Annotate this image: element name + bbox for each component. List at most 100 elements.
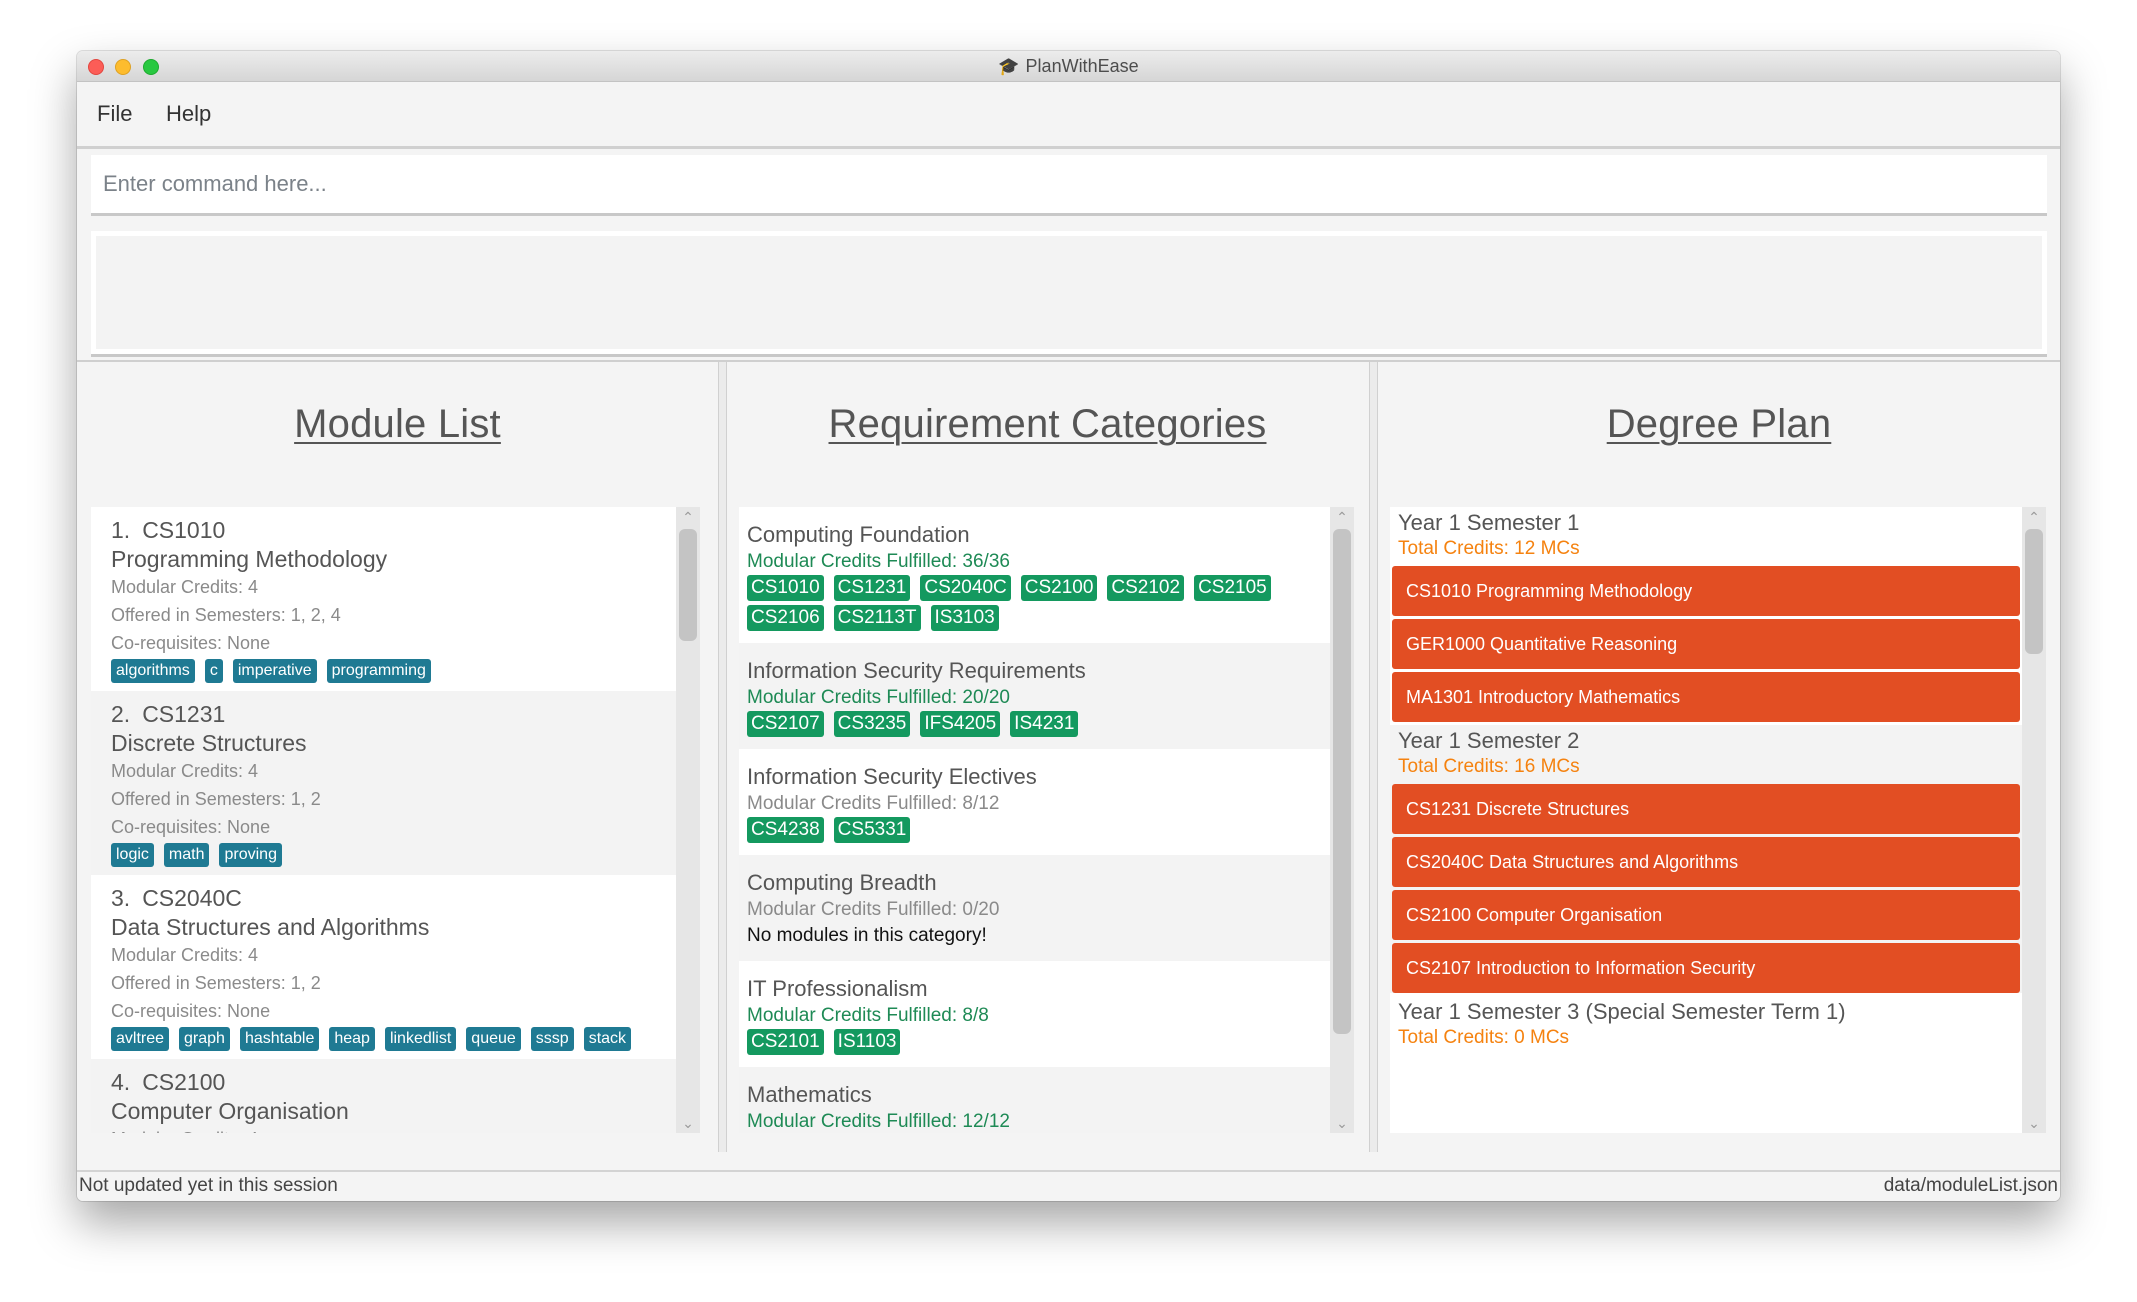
scrollbar-thumb[interactable] <box>1333 529 1351 1034</box>
planned-module[interactable]: CS2107 Introduction to Information Secur… <box>1392 943 2020 993</box>
category-name: Computing Breadth <box>747 870 937 895</box>
scroll-up-icon[interactable]: ⌃ <box>676 507 700 527</box>
module-credits: Modular Credits: 4 <box>111 577 259 597</box>
module-corequisites: Co-requisites: None <box>111 817 271 837</box>
module-name: Data Structures and Algorithms <box>111 914 430 940</box>
module-name: Computer Organisation <box>111 1098 349 1124</box>
menu-file[interactable]: File <box>97 82 132 146</box>
module-header: 4. CS2100 <box>111 1067 656 1097</box>
category-module-tag: CS2102 <box>1107 575 1185 601</box>
module-header: 3. CS2040C <box>111 883 656 913</box>
module-index: 3. <box>111 885 131 911</box>
module-credits: Modular Credits: 4 <box>111 1125 656 1133</box>
category-credits: Modular Credits Fulfilled: 12/12 <box>747 1111 1010 1132</box>
requirement-category[interactable]: Computing Foundation Modular Credits Fulf… <box>739 507 1330 643</box>
window-title: 🎓 PlanWithEase <box>77 51 2060 81</box>
category-module-tag: CS2107 <box>747 711 824 737</box>
semester-block: Year 1 Semester 1 Total Credits: 12 MCs CS… <box>1390 507 2022 722</box>
module-tag: programming <box>326 659 431 683</box>
module-index: 2. <box>111 701 131 727</box>
category-name: Information Security Requirements <box>747 658 1086 683</box>
category-modules: CS4238 CS5331 <box>747 817 1322 843</box>
category-module-tag: IFS4205 <box>920 711 1001 737</box>
module-tag: logic <box>111 843 154 867</box>
module-card[interactable]: 4. CS2100 Computer OrganisationModular Cre… <box>91 1059 676 1133</box>
planned-module[interactable]: CS2100 Computer Organisation <box>1392 890 2020 940</box>
module-tag: heap <box>329 1027 375 1051</box>
degree-plan-scrollbar[interactable]: ⌃ ⌄ <box>2022 507 2046 1133</box>
scroll-down-icon[interactable]: ⌄ <box>2022 1113 2046 1133</box>
scroll-down-icon[interactable]: ⌄ <box>1330 1113 1354 1133</box>
category-credits: Modular Credits Fulfilled: 20/20 <box>747 687 1010 708</box>
category-credits: Modular Credits Fulfilled: 36/36 <box>747 551 1010 572</box>
module-tag: stack <box>583 1027 632 1051</box>
module-tag: graph <box>179 1027 230 1051</box>
requirements-scrollbar[interactable]: ⌃ ⌄ <box>1330 507 1354 1133</box>
module-semesters: Offered in Semesters: 1, 2 <box>111 973 321 993</box>
degree-plan-list[interactable]: Year 1 Semester 1 Total Credits: 12 MCs CS… <box>1390 507 2022 1133</box>
scroll-down-icon[interactable]: ⌄ <box>676 1113 700 1133</box>
title-bar: 🎓 PlanWithEase <box>77 51 2060 82</box>
requirements-panel: Requirement Categories Computing Foundat… <box>727 362 1368 1152</box>
requirement-category[interactable]: Computing Breadth Modular Credits Fulfill… <box>739 855 1330 961</box>
panel-divider[interactable] <box>1369 362 1378 1152</box>
degree-plan-panel: Degree Plan Year 1 Semester 1 Total Credi… <box>1378 362 2060 1152</box>
module-corequisites: Co-requisites: None <box>111 1001 271 1021</box>
module-tag: algorithms <box>111 659 195 683</box>
category-module-tag: CS1010 <box>747 575 824 601</box>
module-tag: queue <box>466 1027 521 1051</box>
planned-module[interactable]: MA1301 Introductory Mathematics <box>1392 672 2020 722</box>
planned-module[interactable]: GER1000 Quantitative Reasoning <box>1392 619 2020 669</box>
graduation-cap-icon: 🎓 <box>998 57 1020 76</box>
result-display <box>91 231 2047 357</box>
module-header: 1. CS1010 <box>111 515 656 545</box>
category-name: Mathematics <box>747 1082 872 1107</box>
semester-block: Year 1 Semester 3 (Special Semester Term… <box>1390 996 2022 1133</box>
semester-total-credits: Total Credits: 0 MCs <box>1398 1027 1570 1048</box>
module-tag: c <box>204 659 223 683</box>
category-credits: Modular Credits Fulfilled: 0/20 <box>747 899 1000 920</box>
semester-block: Year 1 Semester 2 Total Credits: 16 MCs CS… <box>1390 725 2022 993</box>
requirement-category-list[interactable]: Computing Foundation Modular Credits Fulf… <box>739 507 1330 1133</box>
module-card[interactable]: 1. CS1010 Programming Methodology Modular C… <box>91 507 676 691</box>
app-window: 🎓PlanWithEase File Help Module List 1. CS… <box>77 51 2060 1201</box>
module-card[interactable]: 3. CS2040C Data Structures and Algorithms M… <box>91 875 676 1059</box>
scroll-up-icon[interactable]: ⌃ <box>2022 507 2046 527</box>
category-credits: Modular Credits Fulfilled: 8/8 <box>747 1005 989 1026</box>
module-list-scrollbar[interactable]: ⌃ ⌄ <box>676 507 700 1133</box>
module-code: CS1231 <box>142 701 226 727</box>
module-tag: linkedlist <box>384 1027 457 1051</box>
category-module-tag: CS4238 <box>747 817 824 843</box>
category-module-tag: CS2040C <box>920 575 1011 601</box>
result-display-text[interactable] <box>96 236 2042 349</box>
module-credits: Modular Credits: 4 <box>111 945 259 965</box>
planned-module[interactable]: CS1010 Programming Methodology <box>1392 566 2020 616</box>
module-index: 4. <box>111 1069 131 1095</box>
category-module-tag: CS2106 <box>747 605 824 631</box>
requirement-category[interactable]: IT Professionalism Modular Credits Fulfil… <box>739 961 1330 1067</box>
module-list[interactable]: 1. CS1010 Programming Methodology Modular C… <box>91 507 676 1133</box>
planned-module[interactable]: CS2040C Data Structures and Algorithms <box>1392 837 2020 887</box>
panel-divider[interactable] <box>718 362 727 1152</box>
requirement-category[interactable]: Information Security Requirements Modular… <box>739 643 1330 749</box>
status-bar: Not updated yet in this session data/mod… <box>77 1170 2060 1201</box>
scrollbar-thumb[interactable] <box>2025 529 2043 654</box>
requirement-category[interactable]: Mathematics Modular Credits Fulfilled: 12… <box>739 1067 1330 1133</box>
menu-help[interactable]: Help <box>166 82 211 146</box>
semester-title: Year 1 Semester 3 (Special Semester Term… <box>1398 999 1846 1024</box>
semester-empty-area <box>1390 1052 2022 1133</box>
scrollbar-thumb[interactable] <box>679 529 697 641</box>
category-module-tag: CS2113T <box>833 605 921 631</box>
module-card[interactable]: 2. CS1231 Discrete Structures Modular Credi… <box>91 691 676 875</box>
module-tags: avltree graph hashtable heap linkedlist queue… <box>111 1027 656 1051</box>
category-name: Computing Foundation <box>747 522 970 547</box>
category-module-tag: CS2101 <box>747 1029 824 1055</box>
requirement-category[interactable]: Information Security Electives Modular Cr… <box>739 749 1330 855</box>
module-name: Discrete Structures <box>111 730 307 756</box>
module-code: CS2100 <box>142 1069 226 1095</box>
scroll-up-icon[interactable]: ⌃ <box>1330 507 1354 527</box>
command-input[interactable] <box>91 155 2047 213</box>
category-module-tag: CS3235 <box>833 711 911 737</box>
command-box <box>91 155 2047 216</box>
planned-module[interactable]: CS1231 Discrete Structures <box>1392 784 2020 834</box>
